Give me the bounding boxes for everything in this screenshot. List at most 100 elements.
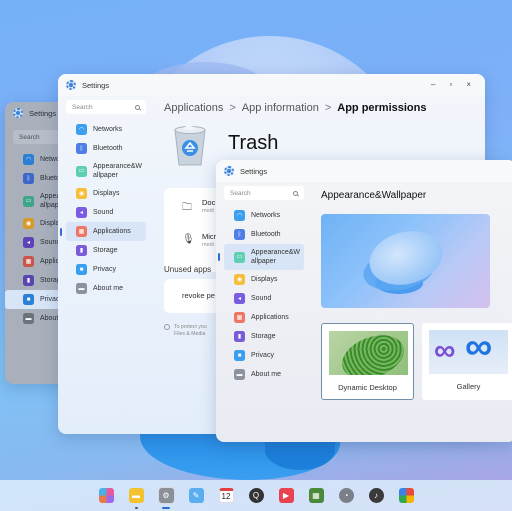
- folder-icon: ▬: [128, 488, 144, 503]
- sidebar-item-sound[interactable]: ◂ Sound: [224, 289, 304, 308]
- app-grid-icon: [98, 488, 114, 503]
- search-input[interactable]: Search: [66, 100, 146, 114]
- taskbar-music[interactable]: ♪: [368, 487, 385, 504]
- sidebar-item-about-me[interactable]: ▬ About me: [224, 365, 304, 384]
- about-icon: ▬: [234, 369, 245, 380]
- sidebar-item-bluetooth[interactable]: ᛒ Bluetooth: [66, 139, 146, 158]
- play-icon: ▶: [278, 488, 294, 503]
- music-icon: ♪: [368, 488, 384, 503]
- taskbar-notes[interactable]: ✎: [188, 487, 205, 504]
- breadcrumb-applications[interactable]: Applications: [164, 102, 223, 114]
- search-placeholder: Search: [72, 103, 93, 111]
- sidebar-nav: ◠ Networks ᛒ Bluetooth ▭ Appearance&W allpaper…: [218, 206, 304, 384]
- taskbar-photos[interactable]: [398, 487, 415, 504]
- label-line: Appearance&W: [93, 163, 143, 170]
- sidebar: Search ◠ Networks ᛒ Bluetooth ▭ Appearance&W a…: [218, 186, 304, 384]
- applications-icon: ▦: [23, 256, 34, 267]
- wifi-icon: ◠: [76, 124, 87, 135]
- wallpaper-option-dynamic-desktop[interactable]: Dynamic Desktop: [321, 323, 414, 400]
- clock-icon: ◔: [338, 488, 354, 503]
- search-input[interactable]: Search: [224, 186, 304, 200]
- settings-gear-icon: [224, 166, 234, 176]
- title-bar[interactable]: Settings: [216, 160, 512, 182]
- label-line: allpap: [40, 202, 59, 209]
- sidebar-item-networks[interactable]: ◠ Networks: [224, 206, 304, 225]
- unused-apps-heading: Unused apps: [164, 265, 212, 274]
- about-icon: ▬: [23, 313, 34, 324]
- sidebar-item-bluetooth[interactable]: ᛒ Bluetooth: [224, 225, 304, 244]
- sidebar-item-applications[interactable]: ▦ Applications: [60, 222, 146, 241]
- label-line: allpaper: [251, 258, 276, 265]
- storage-icon: ▮: [23, 275, 34, 286]
- storage-icon: ▮: [234, 331, 245, 342]
- gallery-thumbnail: [429, 330, 508, 374]
- wifi-icon: ◠: [23, 154, 34, 165]
- title-bar[interactable]: Settings: [58, 74, 485, 96]
- app-name: Trash: [228, 132, 279, 154]
- sidebar-item-label: Appearance&W allpaper: [93, 162, 142, 180]
- sidebar-item-appearance-wallpaper[interactable]: ▭ Appearance&W allpaper: [66, 158, 146, 184]
- microphone-icon: 🎙: [182, 234, 195, 245]
- sidebar-item-label: Networks: [251, 212, 281, 219]
- taskbar-video-player[interactable]: ▶: [278, 487, 295, 504]
- calculator-icon: ▦: [308, 488, 324, 503]
- bluetooth-icon: ᛒ: [234, 229, 245, 240]
- storage-icon: ▮: [76, 245, 87, 256]
- sidebar-item-label: Displays: [251, 276, 278, 283]
- maximize-button[interactable]: ▫: [449, 80, 452, 89]
- sidebar-item-appearance-wallpaper[interactable]: ▭ Appearance&W allpaper: [218, 244, 304, 270]
- sidebar-item-label: Bluetooth: [251, 231, 281, 238]
- sidebar-item-about-me[interactable]: ▬ About me: [66, 279, 146, 298]
- current-wallpaper-preview[interactable]: [321, 214, 490, 308]
- sidebar-item-storage[interactable]: ▮ Storage: [224, 327, 304, 346]
- taskbar-settings[interactable]: ⚙: [157, 487, 175, 509]
- display-icon: ◉: [23, 218, 34, 229]
- sidebar-item-applications[interactable]: ▦ Applications: [224, 308, 304, 327]
- sound-icon: ◂: [234, 293, 245, 304]
- permission-title: Doc: [202, 198, 216, 207]
- window-title: Settings: [82, 80, 110, 90]
- settings-window-appearance[interactable]: Settings Search ◠ Networks ᛒ Bluetooth ▭ Appe…: [216, 160, 512, 442]
- sound-icon: ◂: [23, 237, 34, 248]
- sidebar-item-storage[interactable]: ▮ Storage: [66, 241, 146, 260]
- lock-icon: ■: [23, 294, 34, 305]
- pinwheel-icon: [398, 488, 414, 503]
- wallpaper-icon: ▭: [76, 165, 87, 177]
- sidebar-item-label: About me: [251, 371, 281, 378]
- applications-icon: ▦: [234, 312, 245, 323]
- taskbar-file-manager[interactable]: ▬: [128, 487, 145, 509]
- breadcrumb-app-information[interactable]: App information: [242, 102, 319, 114]
- label-line: Appearance&W: [251, 249, 301, 256]
- revoke-label: revoke pe: [182, 291, 215, 300]
- settings-gear-icon: [66, 80, 76, 90]
- sidebar-item-privacy[interactable]: ■ Privacy: [66, 260, 146, 279]
- wallpaper-option-label: Dynamic Desktop: [338, 383, 397, 392]
- sidebar-item-networks[interactable]: ◠ Networks: [66, 120, 146, 139]
- sidebar-item-label: Applications: [251, 314, 289, 321]
- sidebar-item-privacy[interactable]: ■ Privacy: [224, 346, 304, 365]
- taskbar-calculator[interactable]: ▦: [308, 487, 325, 504]
- sidebar-item-displays[interactable]: ◉ Displays: [224, 270, 304, 289]
- breadcrumb-app-permissions: App permissions: [337, 102, 427, 114]
- taskbar-calendar[interactable]: 12: [218, 487, 235, 504]
- display-icon: ◉: [234, 274, 245, 285]
- wallpaper-option-gallery[interactable]: Gallery: [422, 323, 512, 400]
- taskbar: ▬ ⚙ ✎ 12 Q ▶ ▦ ◔ ♪: [0, 480, 512, 511]
- taskbar-search[interactable]: Q: [248, 487, 265, 504]
- sidebar-item-label: Sound: [93, 209, 114, 216]
- taskbar-clock[interactable]: ◔: [338, 487, 355, 504]
- sidebar-item-sound[interactable]: ◂ Sound: [66, 203, 146, 222]
- window-controls: – ▫ ×: [431, 80, 471, 89]
- sidebar-item-label: Networks: [93, 126, 123, 133]
- taskbar-app-launcher[interactable]: [98, 487, 115, 504]
- sidebar-item-label: About me: [93, 285, 123, 292]
- sidebar-item-displays[interactable]: ◉ Displays: [66, 184, 146, 203]
- wallpaper-icon: ▭: [23, 195, 34, 207]
- dynamic-desktop-thumbnail: [329, 331, 408, 375]
- wallpaper-icon: ▭: [234, 251, 245, 263]
- display-icon: ◉: [76, 188, 87, 199]
- sidebar-item-label: Appearance&W allpaper: [251, 248, 300, 266]
- close-button[interactable]: ×: [466, 80, 471, 89]
- minimize-button[interactable]: –: [431, 80, 435, 89]
- label-line: allpaper: [93, 172, 118, 179]
